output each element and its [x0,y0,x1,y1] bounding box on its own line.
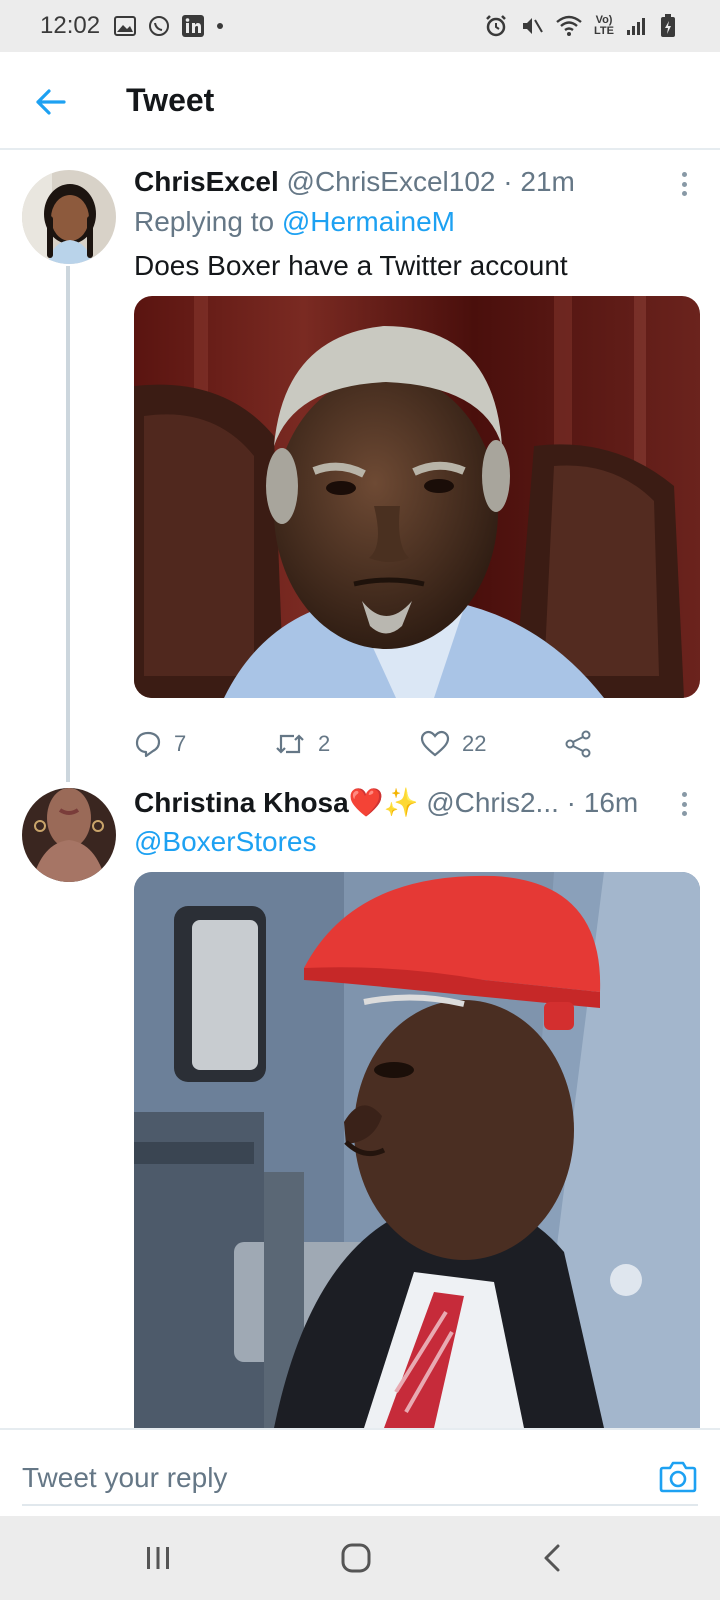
reply-count: 7 [174,731,187,756]
tweet-text: Does Boxer have a Twitter account [134,250,568,281]
reply-button[interactable]: 7 [134,730,186,758]
tweet-time[interactable]: 21m [520,166,574,197]
system-icons: Vo) LTE [484,14,676,38]
camera-icon [659,1461,697,1493]
notification-icons [114,15,224,37]
tweet-actions: 7 2 22 [134,730,700,770]
retweet-icon [276,734,304,754]
linkedin-icon [182,15,205,37]
avatar[interactable] [22,170,116,264]
arrow-left-icon [36,89,66,115]
mention: @BoxerStores [134,826,317,858]
volte-line2: LTE [594,25,614,37]
signal-icon [627,18,645,35]
reply-bar [0,1428,720,1516]
status-time: 12:02 [40,12,101,39]
name-emoji: ❤️✨ [348,787,419,818]
like-count: 22 [462,731,487,756]
replying-prefix: Replying to [134,206,275,237]
separator: · [566,787,576,818]
dot-icon [217,23,224,29]
tweet-photo [134,872,700,1428]
thread-line [66,266,70,782]
share-icon [565,730,591,758]
mention-link[interactable]: @BoxerStores [134,826,317,857]
tweet-media[interactable] [134,872,700,1428]
recent-apps-icon [147,1547,169,1569]
reply-input[interactable] [22,1452,698,1506]
system-nav-bar [0,1516,720,1600]
alarm-icon [486,15,506,37]
replying-to-link[interactable]: @HermaineM [282,206,455,237]
tweet-header: Christina Khosa❤️✨ @Chris2... · 16m [134,786,638,819]
status-bar: 12:02 Vo) LTE [0,0,720,52]
share-button[interactable] [564,730,592,758]
battery-icon [661,14,675,37]
tweet-media[interactable] [134,296,700,698]
display-name[interactable]: Christina Khosa [134,787,349,818]
retweet-count: 2 [318,731,331,756]
tweet-christina-khosa[interactable]: Christina Khosa❤️✨ @Chris2... · 16m @Box… [0,782,720,1428]
page-title: Tweet [126,82,215,118]
wifi-icon [556,15,582,36]
tweet-time[interactable]: 16m [584,787,638,818]
gallery-icon [114,16,137,36]
separator: · [503,166,513,197]
mute-icon [523,18,543,34]
back-button[interactable] [30,82,70,122]
volte-icon: Vo) LTE [594,15,614,37]
home-button[interactable] [336,1538,376,1578]
back-icon [544,1544,560,1572]
tweet-chrisexcel[interactable]: ChrisExcel @ChrisExcel102 · 21m Replying… [0,150,720,782]
home-icon [341,1543,371,1573]
reply-icon [135,731,161,758]
replying-to: Replying to @HermaineM [134,206,455,238]
avatar[interactable] [22,788,116,882]
nav-back-button[interactable] [532,1538,572,1578]
tweet-header: ChrisExcel @ChrisExcel102 · 21m [134,166,575,198]
status-left: 12:02 [40,12,224,40]
app-header: Tweet [0,52,720,150]
tweet-photo [134,296,700,698]
retweet-button[interactable]: 2 [274,730,330,758]
whatsapp-icon [149,16,170,36]
more-options-icon[interactable] [672,788,696,820]
heart-icon [420,730,450,757]
camera-button[interactable] [658,1456,698,1496]
like-button[interactable]: 22 [420,730,486,758]
user-handle[interactable]: @Chris2... [426,787,559,818]
user-handle[interactable]: @ChrisExcel102 [287,166,496,197]
display-name[interactable]: ChrisExcel [134,166,279,197]
recent-apps-button[interactable] [138,1538,178,1578]
more-options-icon[interactable] [672,168,696,200]
